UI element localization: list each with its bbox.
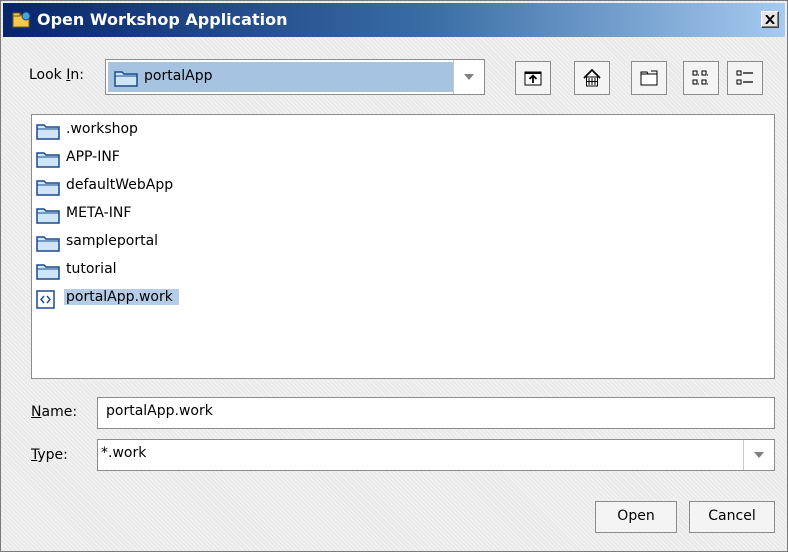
folder-icon xyxy=(36,264,60,280)
file-name: APP-INF xyxy=(66,149,120,165)
type-value: *.work xyxy=(101,445,147,461)
look-in-label: Look In: xyxy=(29,67,84,83)
app-icon xyxy=(12,11,31,28)
look-in-value: portalApp xyxy=(144,68,213,84)
close-icon xyxy=(765,15,775,24)
chevron-down-icon xyxy=(754,452,764,458)
cancel-button[interactable]: Cancel xyxy=(689,501,775,533)
look-in-arrow[interactable] xyxy=(453,60,484,94)
new-folder-icon xyxy=(640,70,658,86)
folder-icon xyxy=(36,208,60,224)
name-input[interactable]: portalApp.work xyxy=(97,397,775,429)
details-view-icon xyxy=(736,70,753,85)
chevron-down-icon xyxy=(464,74,474,80)
look-in-selected: portalApp xyxy=(108,62,454,92)
look-in-dropdown[interactable]: portalApp xyxy=(105,59,485,95)
home-icon xyxy=(583,68,601,87)
file-name: tutorial xyxy=(66,261,117,277)
type-arrow[interactable] xyxy=(743,440,774,470)
list-view-button[interactable] xyxy=(683,61,719,95)
workshop-file-icon xyxy=(36,290,55,309)
file-name: META-INF xyxy=(66,205,132,221)
up-one-level-button[interactable] xyxy=(515,61,551,95)
folder-icon xyxy=(36,124,60,140)
file-name: portalApp.work xyxy=(64,289,179,305)
open-dialog: Open Workshop Application Look In: porta… xyxy=(0,0,788,552)
file-name: .workshop xyxy=(66,121,138,137)
window-title: Open Workshop Application xyxy=(37,10,288,29)
type-label: Type: xyxy=(31,447,68,463)
name-label: Name: xyxy=(31,404,78,420)
folder-icon xyxy=(114,71,138,87)
details-view-button[interactable] xyxy=(727,61,763,95)
file-name: sampleportal xyxy=(66,233,159,249)
folder-icon xyxy=(36,152,60,168)
file-list[interactable]: .workshop APP-INF defaultWebApp META-INF sam… xyxy=(31,114,775,379)
folder-up-icon xyxy=(524,71,542,86)
folder-icon xyxy=(36,236,60,252)
type-dropdown[interactable]: *.work xyxy=(97,439,775,471)
list-view-icon xyxy=(692,70,709,85)
file-name: defaultWebApp xyxy=(66,177,174,193)
title-bar[interactable]: Open Workshop Application xyxy=(3,3,785,37)
home-button[interactable] xyxy=(574,61,610,95)
close-button[interactable] xyxy=(761,11,779,28)
create-new-folder-button[interactable] xyxy=(631,61,667,95)
folder-icon xyxy=(36,180,60,196)
open-button[interactable]: Open xyxy=(595,501,677,533)
